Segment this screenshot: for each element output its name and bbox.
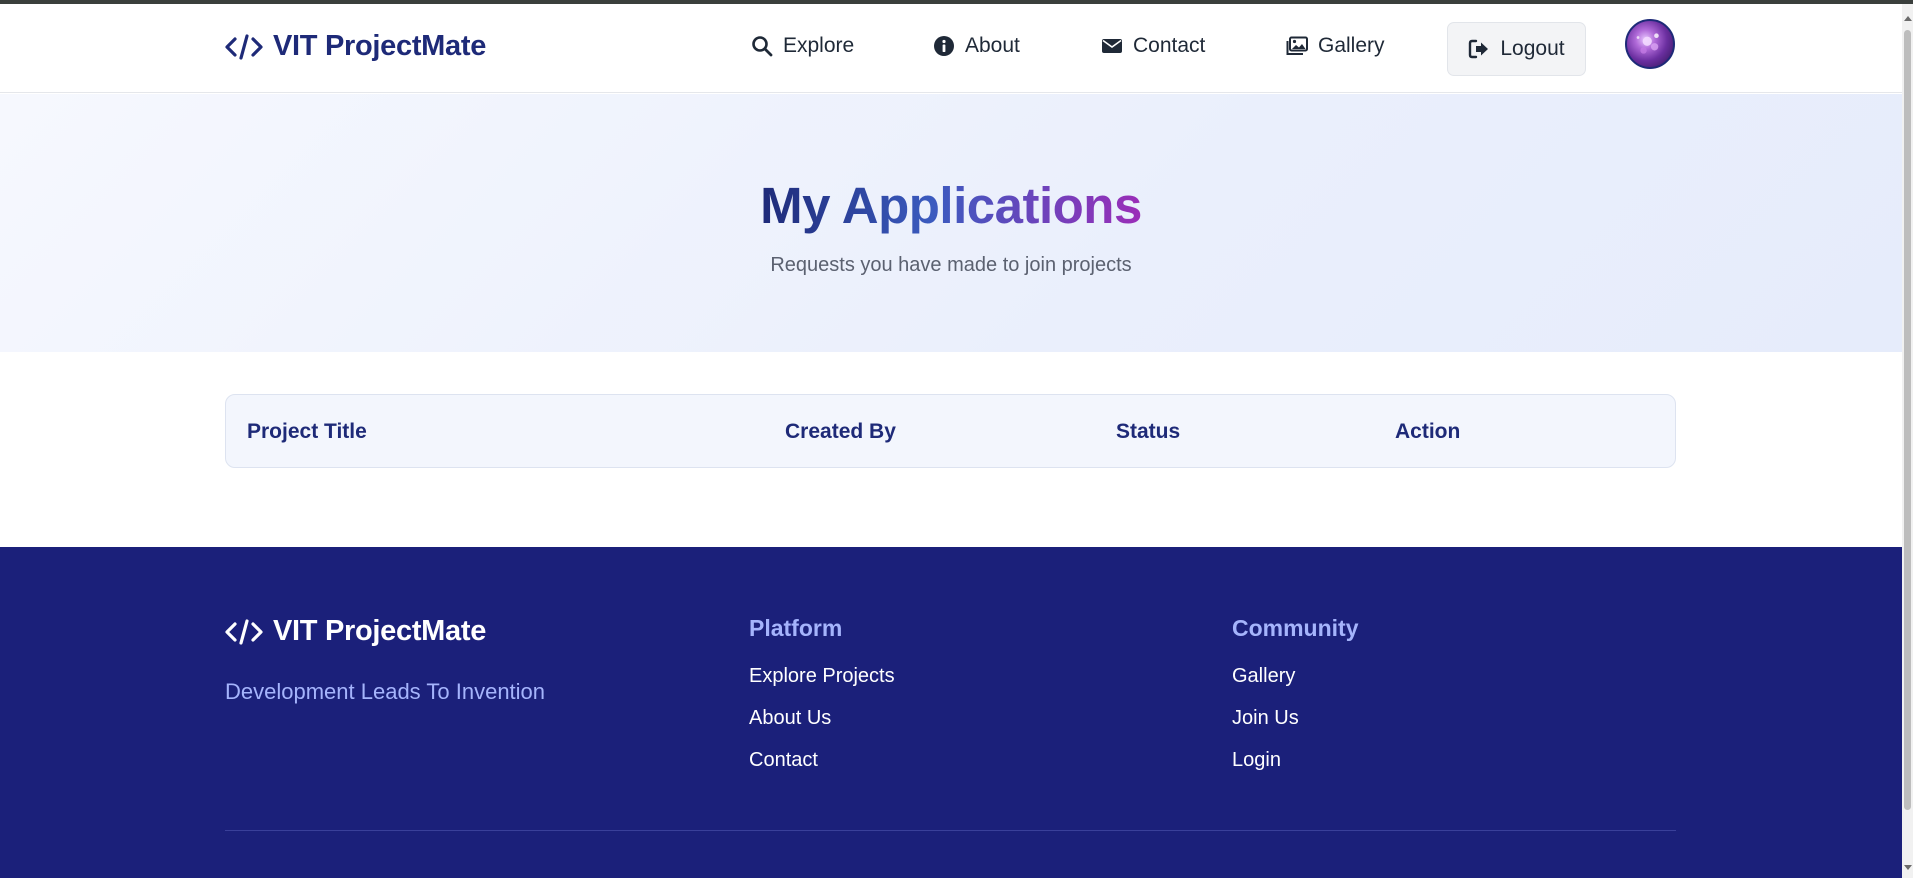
page-header: My Applications Requests you have made t… xyxy=(0,94,1902,352)
images-icon xyxy=(1286,36,1308,55)
avatar-flower-image xyxy=(1636,33,1659,54)
scroll-down-icon[interactable] xyxy=(1904,865,1912,870)
nav-link-label: Explore xyxy=(783,34,855,57)
footer-brand-name: VIT ProjectMate xyxy=(273,615,487,647)
footer-divider xyxy=(225,830,1676,831)
nav-links: Explore About Contact Gallery xyxy=(0,4,1902,93)
logout-label: Logout xyxy=(1500,37,1565,60)
nav-link-explore[interactable]: Explore xyxy=(751,34,854,58)
footer-tagline: Development Leads To Invention xyxy=(225,679,546,704)
nav-link-gallery[interactable]: Gallery xyxy=(1286,34,1385,58)
nav-link-about[interactable]: About xyxy=(933,34,1020,58)
footer-link-contact[interactable]: Contact xyxy=(749,748,895,772)
nav-link-contact[interactable]: Contact xyxy=(1101,34,1205,58)
scrollbar-thumb[interactable] xyxy=(1904,30,1911,810)
column-header-action: Action xyxy=(1395,420,1461,443)
footer-column-heading: Community xyxy=(1232,615,1359,641)
envelope-icon xyxy=(1102,39,1122,53)
logout-button[interactable]: Logout xyxy=(1447,22,1586,76)
navbar: VIT ProjectMate Explore About Contact Ga… xyxy=(0,4,1902,93)
sign-out-icon xyxy=(1469,39,1489,59)
nav-link-label: About xyxy=(965,34,1020,57)
info-icon xyxy=(934,36,954,56)
code-icon xyxy=(225,618,263,645)
browser-viewport: VIT ProjectMate Explore About Contact Ga… xyxy=(0,4,1902,878)
column-header-project-title: Project Title xyxy=(247,420,367,443)
column-header-created-by: Created By xyxy=(785,420,896,443)
footer-link-join-us[interactable]: Join Us xyxy=(1232,706,1359,730)
column-header-status: Status xyxy=(1116,420,1181,443)
footer-column-platform: Platform Explore Projects About Us Conta… xyxy=(749,615,895,790)
page-title: My Applications xyxy=(760,177,1142,234)
footer-column-heading: Platform xyxy=(749,615,843,641)
scroll-up-icon[interactable] xyxy=(1904,16,1912,21)
footer-link-explore-projects[interactable]: Explore Projects xyxy=(749,664,895,688)
footer-brand: VIT ProjectMate xyxy=(225,615,486,648)
footer: VIT ProjectMate Development Leads To Inv… xyxy=(0,547,1902,878)
page-subtitle: Requests you have made to join projects xyxy=(770,254,1132,276)
nav-link-label: Contact xyxy=(1133,34,1206,57)
footer-column-community: Community Gallery Join Us Login xyxy=(1232,615,1359,790)
avatar[interactable] xyxy=(1625,19,1675,69)
footer-link-gallery[interactable]: Gallery xyxy=(1232,664,1359,688)
applications-table: Project Title Created By Status Action xyxy=(225,394,1676,468)
nav-link-label: Gallery xyxy=(1318,34,1385,57)
footer-link-about-us[interactable]: About Us xyxy=(749,706,895,730)
footer-link-login[interactable]: Login xyxy=(1232,748,1359,772)
vertical-scrollbar[interactable] xyxy=(1902,4,1913,878)
search-icon xyxy=(752,36,773,57)
